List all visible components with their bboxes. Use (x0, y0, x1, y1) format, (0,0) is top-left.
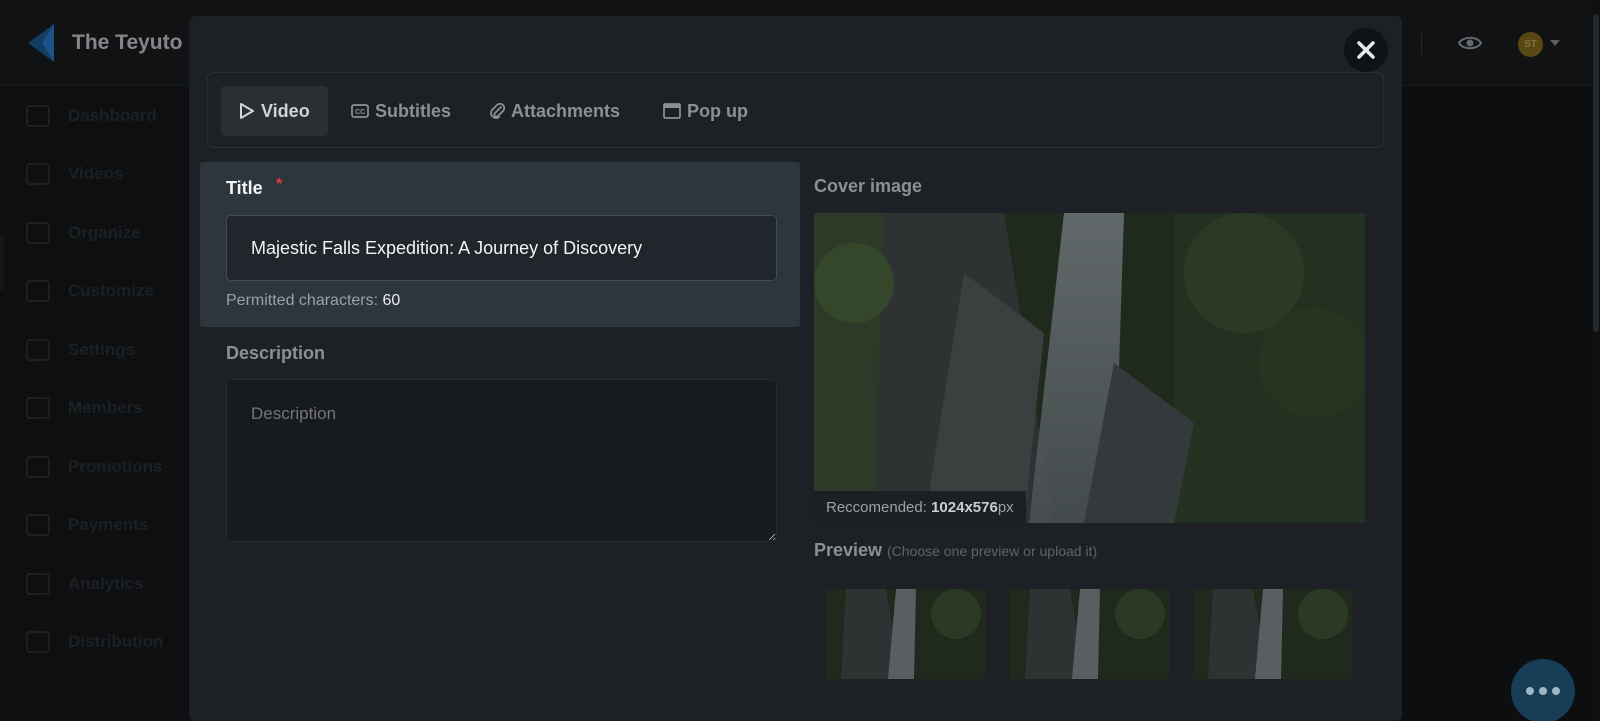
tab-video[interactable]: Video (221, 86, 328, 136)
recommended-prefix: Reccomended: (826, 498, 927, 516)
waterfall-image (814, 213, 1365, 523)
play-icon (240, 103, 254, 119)
tab-label: Subtitles (375, 100, 452, 121)
chat-button[interactable] (1511, 659, 1575, 721)
tab-label: Attachments (511, 100, 621, 121)
preview-thumbnail[interactable] (1010, 589, 1169, 679)
preview-image (1010, 589, 1169, 679)
chat-dot (1539, 687, 1547, 695)
cc-icon: CC (351, 104, 369, 118)
required-marker: * (276, 176, 283, 193)
permitted-count: 60 (382, 292, 401, 309)
preview-image (1193, 589, 1352, 679)
preview-thumbnail[interactable] (826, 589, 985, 679)
recommended-unit: px (997, 498, 1014, 516)
description-textarea[interactable] (226, 379, 777, 542)
close-button[interactable] (1344, 28, 1388, 72)
chat-dot (1526, 687, 1534, 695)
svg-text:CC: CC (355, 109, 365, 116)
preview-image (826, 589, 985, 679)
recommended-size: 1024x576 (931, 498, 998, 516)
tab-pop-up[interactable]: Pop up (663, 86, 748, 136)
tab-label: Video (261, 100, 310, 121)
title-input[interactable] (226, 215, 777, 281)
recommended-size-badge: Reccomended: 1024x576 px (814, 491, 1026, 523)
permitted-label: Permitted characters: (226, 292, 379, 309)
cover-image[interactable] (814, 213, 1365, 523)
title-label: Title (226, 178, 263, 198)
tab-label: Pop up (687, 100, 748, 121)
tab-attachments[interactable]: Attachments (489, 86, 620, 136)
permitted-characters: Permitted characters: 60 (226, 292, 400, 310)
preview-thumbnail[interactable] (1193, 589, 1352, 679)
preview-hint: (Choose one preview or upload it) (887, 543, 1098, 559)
description-label: Description (226, 343, 326, 363)
preview-label: Preview (814, 540, 883, 560)
close-icon (1357, 41, 1375, 59)
tab-subtitles[interactable]: CC Subtitles (351, 86, 451, 136)
cover-image-label: Cover image (814, 176, 923, 196)
paperclip-icon (490, 102, 505, 119)
chat-dot (1552, 687, 1560, 695)
window-icon (663, 103, 681, 119)
